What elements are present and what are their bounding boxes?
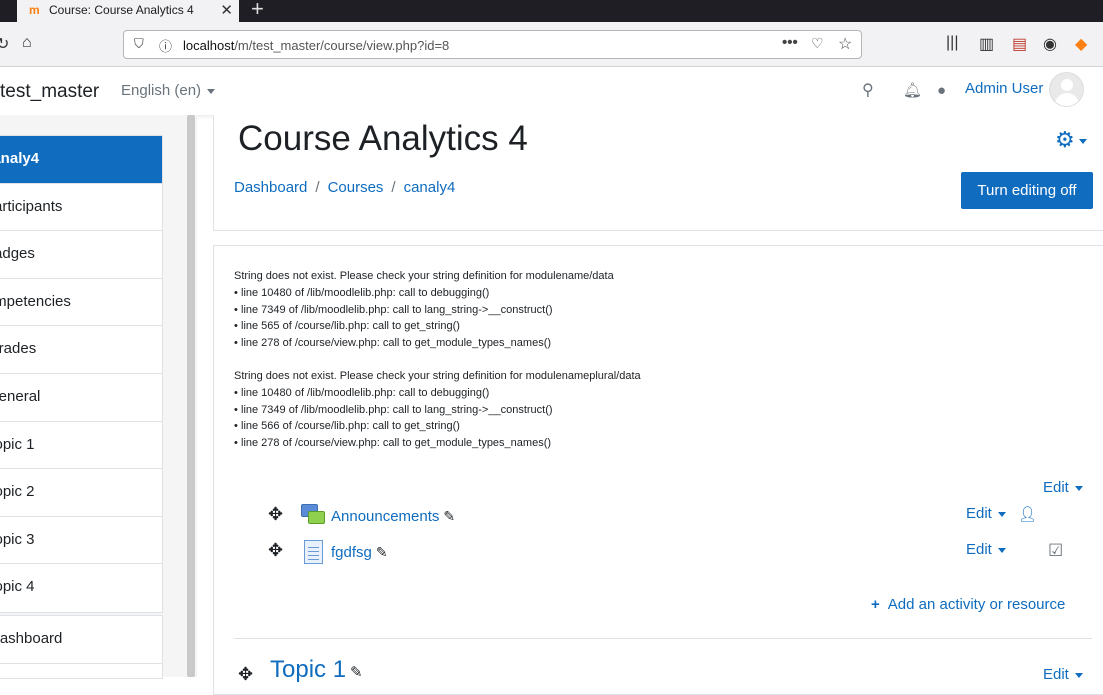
breadcrumb: Dashboard / Courses / canaly4 (234, 179, 456, 196)
debug-trace-line: line 10480 of /lib/moodlelib.php: call t… (234, 285, 614, 302)
debug-trace-line: line 7349 of /lib/moodlelib.php: call to… (234, 402, 641, 419)
activity-announcements: Announcements ✎ (331, 508, 455, 525)
activity-edit-menu[interactable]: Edit (966, 505, 1006, 522)
extension-icon[interactable]: ◆ (1075, 34, 1087, 54)
site-header: test_master English ‎(en)‎ ⚲ 🔔︎ ● Admin … (0, 67, 1103, 115)
activity-edit-menu[interactable]: Edit (966, 541, 1006, 558)
move-icon[interactable]: ✥ (268, 540, 283, 561)
moodle-favicon-icon: m (29, 3, 40, 17)
drawer-scrollbar[interactable] (187, 115, 195, 677)
url-text: localhost/m/test_master/course/view.php?… (183, 38, 450, 53)
site-nav-group: Dashboard (0, 615, 163, 679)
breadcrumb-course[interactable]: canaly4 (404, 179, 456, 196)
completion-checkbox-icon[interactable]: ☑ (1048, 541, 1063, 561)
debug-trace-line: line 278 of /course/view.php: call to ge… (234, 435, 641, 452)
pocket-icon[interactable]: ♡ (811, 35, 824, 52)
url-bar[interactable]: ⛉ ⓘ localhost/m/test_master/course/view.… (123, 30, 862, 59)
shield-icon[interactable]: ⛉ (134, 36, 144, 52)
browser-tab-bar: m Course: Course Analytics 4 ✕ + (0, 0, 1103, 22)
browser-tab[interactable]: m Course: Course Analytics 4 ✕ (17, 0, 239, 22)
nav-item-general[interactable]: General (0, 374, 162, 422)
move-icon[interactable]: ✥ (268, 504, 283, 525)
page-header-card: Course Analytics 4 ⚙ Dashboard / Courses / c… (213, 115, 1103, 231)
edit-title-pencil-icon[interactable]: ✎ (350, 664, 363, 681)
debug-message: String does not exist. Please check your… (234, 268, 614, 352)
nav-item-grades[interactable]: Grades (0, 326, 162, 374)
debug-trace-line: line 7349 of /lib/moodlelib.php: call to… (234, 302, 614, 319)
nav-item-topic-4[interactable]: Topic 4 (0, 564, 162, 612)
nav-item-participants[interactable]: Participants (0, 184, 162, 232)
breadcrumb-dashboard[interactable]: Dashboard (234, 179, 307, 196)
add-activity-button[interactable]: + Add an activity or resource (871, 596, 1065, 613)
debug-trace-line: line 10480 of /lib/moodlelib.php: call t… (234, 385, 641, 402)
activity-fgdfsg: fgdfsg ✎ (331, 544, 388, 561)
user-group-icon[interactable]: 👤︎ (1018, 505, 1037, 523)
messages-icon[interactable]: ● (937, 82, 946, 99)
reload-icon[interactable]: ↻ (0, 34, 9, 54)
breadcrumb-courses[interactable]: Courses (328, 179, 384, 196)
section-topic-1: Topic 1 ✎ (270, 656, 363, 684)
page-icon (304, 540, 323, 564)
section-title-link[interactable]: Topic 1 (270, 656, 346, 683)
activity-link[interactable]: fgdfsg (331, 544, 372, 561)
edit-title-pencil-icon[interactable]: ✎ (443, 508, 455, 524)
turn-editing-off-button[interactable]: Turn editing off (961, 172, 1093, 209)
course-settings-gear-icon[interactable]: ⚙ (1055, 127, 1087, 153)
nav-item-badges[interactable]: Badges (0, 231, 162, 279)
activity-link[interactable]: Announcements (331, 508, 439, 525)
nav-item-dashboard[interactable]: Dashboard (0, 616, 162, 664)
search-icon[interactable]: ⚲ (862, 80, 874, 100)
forum-icon (301, 504, 325, 528)
home-icon[interactable]: ⌂ (22, 34, 32, 52)
edit-title-pencil-icon[interactable]: ✎ (376, 544, 388, 560)
browser-toolbar: ↻ ⌂ ⛉ ⓘ localhost/m/test_master/course/v… (0, 22, 1103, 67)
nav-item-topic-2[interactable]: Topic 2 (0, 469, 162, 517)
move-icon[interactable]: ✥ (238, 664, 253, 685)
more-actions-icon[interactable]: ••• (782, 34, 798, 51)
debug-message: String does not exist. Please check your… (234, 368, 641, 452)
reader-view-icon[interactable]: ▥ (979, 34, 994, 54)
debug-trace-line: line 566 of /course/lib.php: call to get… (234, 418, 641, 435)
page-title: Course Analytics 4 (238, 119, 528, 158)
account-icon[interactable]: ◉ (1043, 34, 1057, 54)
nav-drawer: canaly4 Participants Badges Competencies… (0, 115, 197, 679)
language-menu[interactable]: English ‎(en)‎ (121, 82, 216, 99)
course-nav-group: canaly4 Participants Badges Competencies… (0, 135, 163, 613)
nav-item-topic-3[interactable]: Topic 3 (0, 517, 162, 565)
section-edit-menu[interactable]: Edit (1043, 666, 1083, 683)
nav-item-competencies[interactable]: Competencies (0, 279, 162, 327)
nav-item-next (0, 664, 162, 678)
debug-trace-line: line 565 of /course/lib.php: call to get… (234, 318, 614, 335)
library-icon[interactable]: ||| (946, 34, 958, 52)
bookmark-star-icon[interactable]: ☆ (838, 34, 852, 54)
avatar[interactable] (1049, 72, 1084, 107)
nav-item-course[interactable]: canaly4 (0, 136, 162, 184)
browser-tab-title: Course: Course Analytics 4 (49, 3, 194, 17)
section-divider (234, 638, 1092, 639)
user-menu-name[interactable]: Admin User (965, 80, 1043, 97)
notifications-bell-icon[interactable]: 🔔︎ (903, 81, 922, 99)
close-tab-icon[interactable]: ✕ (220, 1, 233, 19)
nav-item-topic-1[interactable]: Topic 1 (0, 422, 162, 470)
course-content-card: String does not exist. Please check your… (213, 245, 1103, 695)
debug-trace-line: line 278 of /course/view.php: call to ge… (234, 335, 614, 352)
plus-icon: + (871, 596, 880, 613)
new-tab-icon[interactable]: + (251, 0, 264, 22)
site-name[interactable]: test_master (0, 81, 99, 103)
section-edit-menu[interactable]: Edit (1043, 479, 1083, 496)
pdf-icon[interactable]: ▤ (1012, 34, 1027, 54)
info-icon[interactable]: ⓘ (159, 36, 172, 55)
